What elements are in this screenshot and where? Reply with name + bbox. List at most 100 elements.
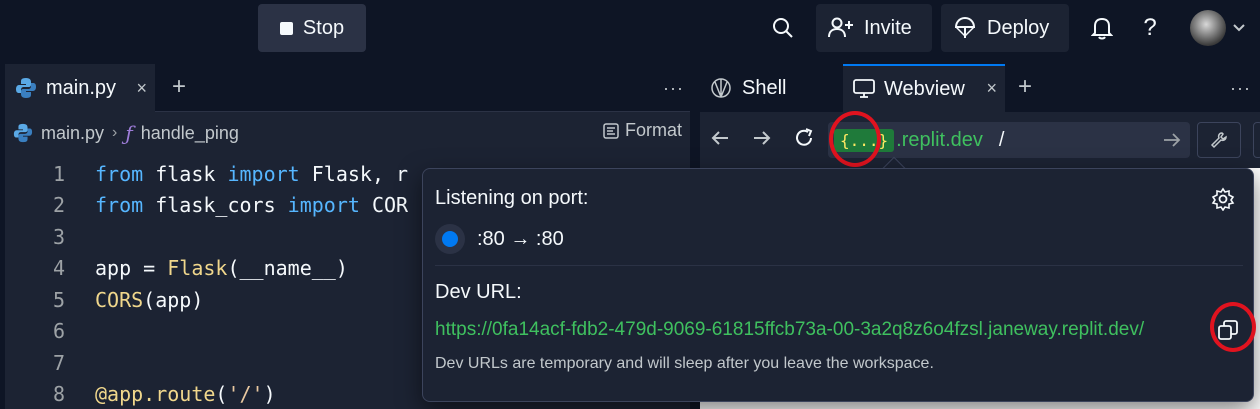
wrench-icon (1210, 132, 1227, 149)
code-token: from (95, 193, 144, 217)
annotation-circle-copy (1210, 302, 1256, 352)
code-token: flask_cors (143, 193, 288, 217)
close-icon[interactable]: × (986, 78, 997, 99)
python-icon (16, 78, 36, 98)
code-token: @app.route (95, 382, 216, 406)
new-tab-button[interactable]: + (1018, 73, 1032, 101)
breadcrumb-function[interactable]: handle_ping (141, 123, 239, 144)
stop-label: Stop (302, 16, 345, 39)
breadcrumb: main.py › ƒ handle_ping Format (5, 112, 690, 154)
bell-icon (1091, 17, 1113, 40)
invite-button[interactable]: Invite (816, 4, 932, 52)
go-arrow-icon[interactable] (1162, 130, 1182, 150)
port-radio-dot (442, 231, 458, 247)
code-token: import (287, 193, 360, 217)
format-label: Format (624, 120, 682, 140)
replit-workspace: Stop Invite Deploy ? main.py × + ··· mai… (0, 0, 1260, 409)
url-path[interactable]: / (999, 129, 1005, 152)
gear-icon[interactable] (1211, 187, 1235, 211)
line-number: 7 (52, 350, 65, 375)
tab-label: main.py (46, 76, 117, 99)
editor-tabs: main.py × + ··· (5, 64, 690, 112)
tab-shell-label: Shell (742, 76, 787, 99)
line-number: 4 (52, 256, 65, 280)
format-icon (603, 122, 619, 139)
line-number: 2 (52, 193, 65, 217)
tab-webview-label: Webview (884, 77, 965, 100)
code-token: '/' (227, 382, 264, 406)
more-options-icon[interactable]: ··· (663, 78, 684, 99)
code-token: (app) (143, 287, 204, 312)
code-token: (__name__) (227, 256, 348, 280)
code-token: app = (95, 256, 168, 280)
more-options-icon[interactable]: ··· (1230, 78, 1251, 99)
help-icon: ? (1143, 14, 1157, 41)
tab-main-py[interactable]: main.py × (5, 64, 155, 112)
code-token: ( (215, 382, 228, 406)
chevron-down-icon[interactable] (1232, 20, 1246, 34)
notifications-button[interactable] (1084, 10, 1120, 46)
code-line[interactable]: 4 app = Flask (__name__) (5, 253, 348, 284)
close-icon[interactable]: × (136, 78, 147, 99)
line-number: 6 (52, 319, 65, 343)
deploy-button[interactable]: Deploy (941, 4, 1069, 52)
stop-icon (279, 21, 293, 35)
url-domain: .replit.dev (896, 128, 983, 151)
monitor-icon (853, 79, 875, 98)
stop-button[interactable]: Stop (258, 4, 366, 52)
function-icon: ƒ (125, 121, 133, 145)
dev-url-note: Dev URLs are temporary and will sleep af… (435, 355, 934, 372)
port-row[interactable]: :80 → :80 (435, 224, 564, 254)
code-line[interactable]: 6 (5, 316, 95, 347)
code-line[interactable]: 8 @app.route('/') (5, 379, 276, 409)
forward-arrow-icon[interactable] (752, 128, 772, 148)
invite-label: Invite (864, 16, 912, 39)
shell-icon (711, 78, 731, 98)
devtools-button[interactable] (1197, 122, 1241, 158)
deploy-label: Deploy (987, 16, 1050, 39)
port-radio[interactable] (435, 224, 465, 254)
code-token: flask (143, 161, 228, 186)
popover-title: Listening on port: (435, 187, 589, 209)
line-number: 1 (52, 161, 65, 186)
code-token: from (95, 161, 144, 186)
dev-url-link[interactable]: https://0fa14acf-fdb2-479d-9069-61815ffc… (435, 319, 1144, 341)
code-token: ) (263, 382, 276, 406)
line-number: 8 (52, 382, 65, 406)
line-number: 5 (52, 287, 65, 312)
search-button[interactable] (765, 10, 801, 46)
top-bar: Stop Invite Deploy ? (0, 0, 1260, 56)
avatar[interactable] (1190, 10, 1226, 46)
tab-webview[interactable]: Webview × (843, 64, 1005, 112)
python-icon (13, 123, 33, 143)
breadcrumb-file[interactable]: main.py (41, 123, 104, 144)
url-bar[interactable]: {...} .replit.dev / (828, 122, 1190, 158)
code-line[interactable]: 2 from flask_cors import COR (5, 190, 408, 221)
code-token: import (227, 161, 300, 186)
code-token: COR (359, 193, 409, 217)
code-token: CORS (95, 287, 144, 312)
annotation-circle-url-pill (829, 111, 881, 167)
code-token: Flask (167, 256, 228, 280)
extra-toolbar-button[interactable] (1253, 122, 1260, 158)
back-arrow-icon[interactable] (710, 128, 730, 148)
deploy-icon (954, 16, 976, 38)
new-tab-button[interactable]: + (172, 73, 186, 101)
tab-shell[interactable]: Shell (700, 64, 840, 112)
code-line[interactable]: 5 CORS (app) (5, 284, 203, 315)
dev-url-popover: Listening on port: :80 → :80 Dev URL: ht… (422, 168, 1254, 402)
reload-icon[interactable] (793, 127, 815, 149)
divider (435, 265, 1243, 266)
search-icon (773, 18, 793, 38)
port-mapping: :80 → :80 (477, 227, 564, 250)
code-token: Flask, r (299, 161, 409, 186)
breadcrumb-separator: › (112, 124, 118, 141)
preview-tabs: Shell Webview × + ··· (700, 64, 1260, 112)
code-line[interactable]: 7 (5, 347, 95, 378)
webview-toolbar: {...} .replit.dev / (700, 120, 1260, 160)
format-button[interactable]: Format (603, 120, 682, 141)
help-button[interactable]: ? (1132, 10, 1168, 46)
add-user-icon (828, 17, 853, 38)
code-line[interactable]: 1 from flask import Flask, r (5, 158, 408, 189)
code-line[interactable]: 3 (5, 221, 95, 252)
